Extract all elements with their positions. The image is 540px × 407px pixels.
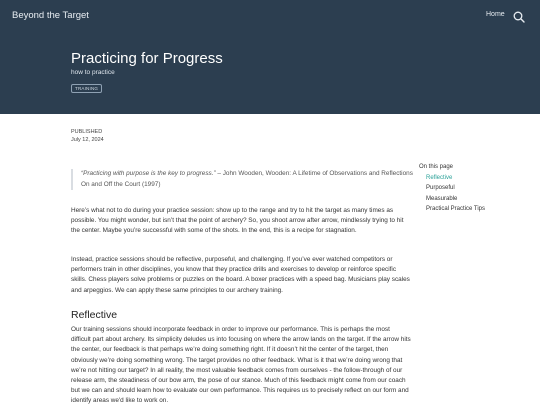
category-tag[interactable]: TRAINING <box>71 84 103 93</box>
epigraph-quote: “Practicing with purpose is the key to p… <box>71 169 413 190</box>
search-icon-glyph <box>513 11 525 23</box>
site-title[interactable]: Beyond the Target <box>12 10 89 21</box>
article-paragraph: Here’s what not to do during your practi… <box>71 207 404 235</box>
nav-home-link[interactable]: Home <box>486 11 505 18</box>
published-date: July 12, 2024 <box>71 137 104 143</box>
search-icon[interactable] <box>513 10 525 23</box>
toc-item-practical-tips[interactable]: Practical Practice Tips <box>419 204 485 215</box>
toc-item-purposeful[interactable]: Purposeful <box>419 183 485 194</box>
table-of-contents: On this page Reflective Purposeful Measu… <box>419 162 485 215</box>
toc-item-measurable[interactable]: Measurable <box>419 194 485 205</box>
toc-item-reflective[interactable]: Reflective <box>419 173 485 184</box>
page-title: Practicing for Progress <box>71 50 223 67</box>
published-label: PUBLISHED <box>71 129 103 135</box>
section-heading-reflective: Reflective <box>71 309 118 321</box>
article-paragraph: Instead, practice sessions should be ref… <box>71 256 410 294</box>
article-paragraph: Our training sessions should incorporate… <box>71 326 411 405</box>
toc-title: On this page <box>419 164 454 170</box>
post-meta: PUBLISHED July 12, 2024 <box>71 128 104 144</box>
hero-banner: Beyond the Target Home Practicing for Pr… <box>0 0 540 114</box>
page-subtitle: how to practice <box>71 69 115 76</box>
quote-text: “Practicing with purpose is the key to p… <box>81 170 216 177</box>
